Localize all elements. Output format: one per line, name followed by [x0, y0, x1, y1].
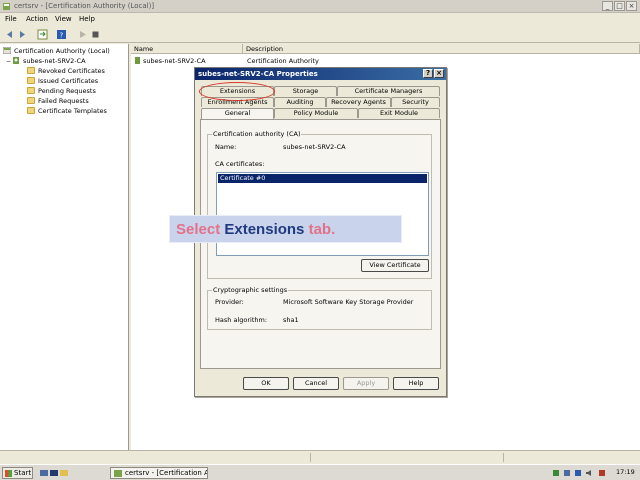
- column-header-description[interactable]: Description: [243, 44, 640, 54]
- stop-service-icon[interactable]: [90, 29, 101, 40]
- menu-help[interactable]: Help: [79, 15, 95, 23]
- window-title: certsrv - [Certification Authority (Loca…: [14, 2, 155, 10]
- tray-network-icon[interactable]: [552, 469, 560, 477]
- extensions-tab-highlight-ring: [199, 82, 275, 101]
- close-button[interactable]: ×: [626, 1, 637, 11]
- export-list-icon[interactable]: [37, 29, 48, 40]
- start-label: Start: [14, 469, 32, 477]
- forward-arrow-icon[interactable]: [17, 29, 28, 40]
- certsrv-app-icon: [114, 470, 122, 477]
- dialog-close-button[interactable]: ×: [434, 69, 444, 78]
- tray-security-icon[interactable]: [598, 469, 606, 477]
- folder-icon: [27, 87, 35, 94]
- ca-name-value: subes-net-SRV2-CA: [283, 143, 346, 151]
- provider-value: Microsoft Software Key Storage Provider: [283, 298, 414, 306]
- tree-item-issued[interactable]: Issued Certificates: [27, 76, 98, 86]
- crypto-group-label: Cryptographic settings: [212, 286, 289, 294]
- maximize-button[interactable]: □: [614, 1, 625, 11]
- tray-volume-icon[interactable]: [585, 469, 593, 477]
- ca-group-label: Certification authority (CA): [212, 130, 302, 138]
- menu-view[interactable]: View: [55, 15, 72, 23]
- status-divider: [310, 453, 311, 462]
- tree-item-pending[interactable]: Pending Requests: [27, 86, 96, 96]
- taskbar-item-certsrv[interactable]: certsrv - [Certification Authority (Loca…: [110, 467, 208, 479]
- tree-folder-label: Pending Requests: [38, 87, 96, 95]
- dialog-title: subes-net-SRV2-CA Properties: [198, 70, 318, 78]
- menu-action[interactable]: Action: [26, 15, 48, 23]
- callout-text-extensions: Extensions: [224, 221, 305, 238]
- tab-policy-module[interactable]: Policy Module: [274, 108, 358, 118]
- callout-text-tab: tab.: [304, 221, 336, 238]
- console-tree: Certification Authority (Local) − subes-n…: [0, 44, 129, 450]
- tab-certificate-managers[interactable]: Certificate Managers: [337, 86, 440, 96]
- tree-root-item[interactable]: Certification Authority (Local): [3, 46, 110, 56]
- tree-item-revoked[interactable]: Revoked Certificates: [27, 66, 105, 76]
- ca-name-label: Name:: [215, 143, 237, 151]
- tab-exit-module[interactable]: Exit Module: [358, 108, 440, 118]
- ca-server-icon: [135, 57, 140, 64]
- tab-auditing[interactable]: Auditing: [274, 97, 326, 107]
- list-row-name: subes-net-SRV2-CA: [143, 57, 206, 65]
- list-row-ca-name[interactable]: subes-net-SRV2-CA: [134, 57, 206, 65]
- column-header-name[interactable]: Name: [131, 44, 243, 54]
- dialog-titlebar[interactable]: subes-net-SRV2-CA Properties ? ×: [195, 68, 446, 80]
- provider-label: Provider:: [215, 298, 244, 306]
- help-icon[interactable]: ?: [56, 29, 67, 40]
- start-button[interactable]: Start: [2, 467, 33, 479]
- tree-folder-label: Revoked Certificates: [38, 67, 105, 75]
- tree-folder-label: Certificate Templates: [38, 107, 107, 115]
- menu-file[interactable]: File: [5, 15, 17, 23]
- instruction-callout: Select Extensions tab.: [169, 215, 402, 243]
- tree-ca-label: subes-net-SRV2-CA: [23, 57, 86, 65]
- view-certificate-button[interactable]: View Certificate: [361, 259, 429, 272]
- tab-recovery-agents[interactable]: Recovery Agents: [326, 97, 391, 107]
- list-row-description: Certification Authority: [247, 57, 319, 65]
- toolbar: ?: [0, 26, 640, 43]
- apply-button[interactable]: Apply: [343, 377, 389, 390]
- certificate-list-item[interactable]: Certificate #0: [218, 174, 427, 183]
- tree-item-templates[interactable]: Certificate Templates: [27, 106, 107, 116]
- window-titlebar[interactable]: certsrv - [Certification Authority (Loca…: [0, 0, 640, 13]
- taskbar: Start certsrv - [Certification Authority…: [0, 464, 640, 480]
- folder-icon: [27, 107, 35, 114]
- dialog-help-button[interactable]: ?: [423, 69, 433, 78]
- ok-button[interactable]: OK: [243, 377, 289, 390]
- taskbar-clock: 17:19: [616, 468, 635, 476]
- tree-item-ca[interactable]: − subes-net-SRV2-CA: [6, 56, 86, 66]
- hash-algorithm-value: sha1: [283, 316, 299, 324]
- start-service-icon[interactable]: [77, 29, 88, 40]
- menu-bar: File Action View Help: [0, 13, 640, 26]
- tab-storage[interactable]: Storage: [274, 86, 337, 96]
- ca-certificates-label: CA certificates:: [215, 160, 265, 168]
- hash-algorithm-label: Hash algorithm:: [215, 316, 268, 324]
- status-divider: [503, 453, 504, 462]
- tab-security[interactable]: Security: [391, 97, 440, 107]
- windows-logo-icon: [5, 470, 12, 477]
- tree-folder-label: Failed Requests: [38, 97, 89, 105]
- ca-server-icon: [13, 57, 19, 64]
- folder-icon: [27, 77, 35, 84]
- minimize-button[interactable]: _: [602, 1, 613, 11]
- svg-text:?: ?: [60, 32, 64, 40]
- tray-flag-icon[interactable]: [563, 469, 571, 477]
- explorer-icon[interactable]: [60, 469, 68, 477]
- tree-root-label: Certification Authority (Local): [14, 47, 110, 55]
- tree-folder-label: Issued Certificates: [38, 77, 99, 85]
- certsrv-app-icon: [3, 3, 10, 10]
- callout-text-select: Select: [176, 221, 225, 238]
- tray-update-icon[interactable]: [574, 469, 582, 477]
- powershell-icon[interactable]: [50, 469, 58, 477]
- server-manager-icon[interactable]: [40, 469, 48, 477]
- help-button[interactable]: Help: [393, 377, 439, 390]
- status-bar: [0, 450, 640, 463]
- crypto-groupbox: Cryptographic settings: [207, 286, 432, 330]
- folder-icon: [27, 97, 35, 104]
- back-arrow-icon[interactable]: [4, 29, 15, 40]
- tree-item-failed[interactable]: Failed Requests: [27, 96, 89, 106]
- taskbar-item-label: certsrv - [Certification Authority (Loca…: [125, 469, 207, 477]
- folder-icon: [27, 67, 35, 74]
- cancel-button[interactable]: Cancel: [293, 377, 339, 390]
- certificate-authority-icon: [3, 47, 11, 54]
